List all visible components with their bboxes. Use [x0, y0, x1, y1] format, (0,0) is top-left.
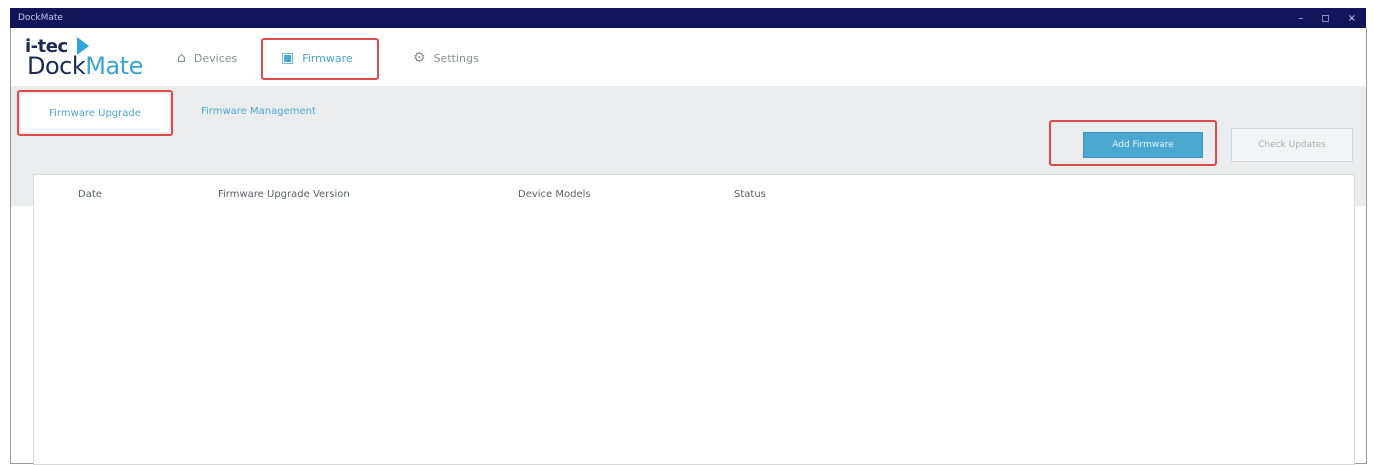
tab-firmware-management[interactable]: Firmware Management	[201, 106, 316, 117]
highlight-firmware-upgrade-tab	[17, 90, 173, 136]
logo-dockmate-text: DockMate	[27, 52, 143, 80]
gear-icon: ⚙	[413, 50, 426, 66]
app-window: i-tec DockMate ⌂ Devices ▣ Firmware ⚙ Se…	[10, 28, 1367, 465]
close-button[interactable]: ×	[1348, 13, 1356, 24]
check-updates-button[interactable]: Check Updates	[1231, 128, 1353, 162]
tab-firmware-management-label: Firmware Management	[201, 106, 316, 117]
maximize-button[interactable]: ◻	[1321, 13, 1329, 24]
window-title: DockMate	[18, 13, 63, 23]
firmware-table: Date Firmware Upgrade Version Device Mod…	[33, 174, 1355, 465]
nav-devices[interactable]: ⌂ Devices	[177, 44, 237, 72]
nav-devices-label: Devices	[193, 51, 238, 65]
check-updates-button-label: Check Updates	[1258, 140, 1326, 150]
nav-settings[interactable]: ⚙ Settings	[413, 44, 479, 72]
highlight-add-firmware-button	[1049, 120, 1217, 166]
highlight-firmware-nav	[261, 38, 379, 80]
column-header-status: Status	[734, 189, 766, 200]
column-header-date: Date	[78, 189, 102, 200]
nav-settings-label: Settings	[433, 51, 479, 65]
minimize-button[interactable]: –	[1298, 13, 1303, 24]
window-titlebar: DockMate – ◻ ×	[10, 8, 1366, 28]
home-icon: ⌂	[177, 50, 186, 66]
logo-dock: Dock	[27, 52, 86, 80]
logo-mate: Mate	[85, 52, 143, 80]
brand-logo: i-tec DockMate	[25, 36, 165, 82]
window-controls: – ◻ ×	[1298, 13, 1356, 24]
column-header-models: Device Models	[518, 189, 591, 200]
column-header-version: Firmware Upgrade Version	[218, 189, 350, 200]
app-header: i-tec DockMate ⌂ Devices ▣ Firmware ⚙ Se…	[11, 28, 1366, 86]
